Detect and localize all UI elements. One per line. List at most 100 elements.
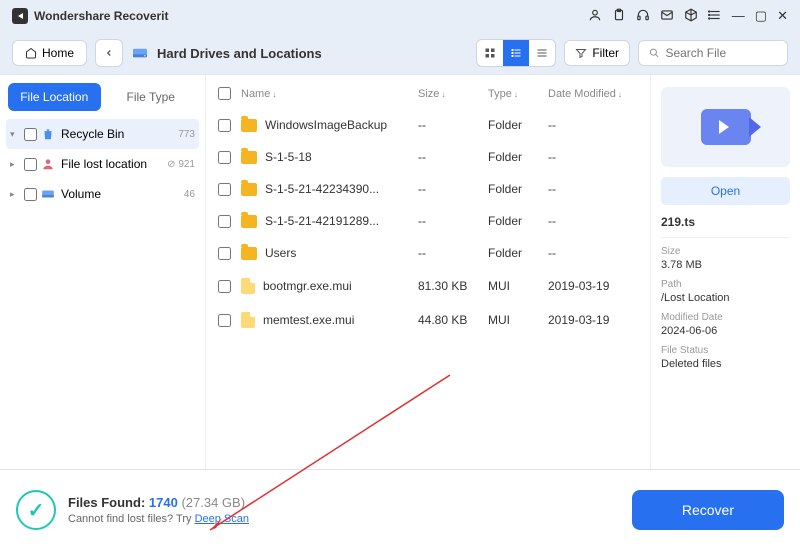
success-icon: ✓: [16, 490, 56, 530]
tab-file-type[interactable]: File Type: [105, 83, 198, 111]
row-date: 2019-03-19: [548, 313, 638, 327]
row-checkbox[interactable]: [218, 314, 231, 327]
search-icon: [649, 47, 659, 59]
minimize-icon[interactable]: —: [732, 8, 745, 25]
row-checkbox[interactable]: [218, 247, 231, 260]
home-button[interactable]: Home: [12, 40, 87, 66]
search-box[interactable]: [638, 40, 788, 66]
filter-icon: [575, 47, 587, 59]
select-all-checkbox[interactable]: [218, 87, 231, 100]
row-type: MUI: [488, 313, 548, 327]
table-row[interactable]: memtest.exe.mui44.80 KBMUI2019-03-19: [218, 303, 638, 337]
view-grid-button[interactable]: [477, 40, 503, 66]
tree-checkbox[interactable]: [24, 128, 37, 141]
folder-icon: [241, 247, 257, 260]
tree-item-recycle-bin[interactable]: ▾ Recycle Bin 773: [6, 119, 199, 149]
deep-scan-link[interactable]: Deep Scan: [195, 513, 249, 525]
folder-icon: [241, 119, 257, 132]
header-type[interactable]: Type↓: [488, 88, 548, 100]
search-input[interactable]: [665, 46, 777, 60]
row-date: --: [548, 214, 638, 228]
row-name: Users: [265, 246, 418, 260]
disk-icon: [41, 187, 55, 201]
caret-icon: ▸: [10, 159, 20, 170]
table-row[interactable]: WindowsImageBackup--Folder--: [218, 109, 638, 141]
close-icon[interactable]: ✕: [777, 8, 788, 25]
maximize-icon[interactable]: ▢: [755, 8, 767, 25]
video-icon: [701, 109, 751, 145]
app-logo: [12, 8, 28, 24]
row-checkbox[interactable]: [218, 151, 231, 164]
header-size[interactable]: Size↓: [418, 88, 488, 100]
row-date: --: [548, 246, 638, 260]
preview-filename: 219.ts: [661, 215, 790, 238]
chevron-left-icon: [104, 48, 114, 58]
menu-icon[interactable]: [708, 8, 722, 25]
mail-icon[interactable]: [660, 8, 674, 25]
row-checkbox[interactable]: [218, 280, 231, 293]
row-size: 81.30 KB: [418, 279, 488, 293]
row-date: 2019-03-19: [548, 279, 638, 293]
row-name: WindowsImageBackup: [265, 118, 418, 132]
user-icon[interactable]: [588, 8, 602, 25]
row-checkbox[interactable]: [218, 119, 231, 132]
row-size: --: [418, 182, 488, 196]
open-button[interactable]: Open: [661, 177, 790, 205]
table-row[interactable]: bootmgr.exe.mui81.30 KBMUI2019-03-19: [218, 269, 638, 303]
deep-scan-hint: Cannot find lost files? Try Deep Scan: [68, 513, 249, 525]
files-found-text: Files Found: 1740 (27.34 GB): [68, 495, 249, 510]
row-type: Folder: [488, 150, 548, 164]
view-details-button[interactable]: [529, 40, 555, 66]
row-type: Folder: [488, 246, 548, 260]
folder-icon: [241, 215, 257, 228]
recover-button[interactable]: Recover: [632, 490, 784, 530]
filter-button[interactable]: Filter: [564, 40, 630, 66]
clipboard-icon[interactable]: [612, 8, 626, 25]
table-row[interactable]: S-1-5-18--Folder--: [218, 141, 638, 173]
row-size: 44.80 KB: [418, 313, 488, 327]
trash-icon: [41, 127, 55, 141]
row-name: S-1-5-18: [265, 150, 418, 164]
breadcrumb-label: Hard Drives and Locations: [157, 46, 322, 61]
folder-icon: [241, 183, 257, 196]
row-date: --: [548, 182, 638, 196]
back-button[interactable]: [95, 39, 123, 67]
row-date: --: [548, 150, 638, 164]
row-size: --: [418, 246, 488, 260]
view-list-button[interactable]: [503, 40, 529, 66]
caret-icon: ▾: [10, 129, 20, 140]
headset-icon[interactable]: [636, 8, 650, 25]
folder-icon: [241, 151, 257, 164]
disk-icon: [131, 46, 149, 60]
tree-item-lost-location[interactable]: ▸ File lost location ⊘ 921: [6, 149, 199, 179]
row-size: --: [418, 150, 488, 164]
row-name: S-1-5-21-42191289...: [265, 214, 418, 228]
file-icon: [241, 278, 255, 294]
preview-panel: Open 219.ts Size 3.78 MB Path /Lost Loca…: [650, 75, 800, 469]
file-list-panel: Name↓ Size↓ Type↓ Date Modified↓ Windows…: [206, 75, 650, 469]
tab-file-location[interactable]: File Location: [8, 83, 101, 111]
location-tree: ▾ Recycle Bin 773 ▸ File lost location ⊘…: [0, 119, 205, 209]
table-row[interactable]: S-1-5-21-42234390...--Folder--: [218, 173, 638, 205]
row-type: Folder: [488, 182, 548, 196]
tree-checkbox[interactable]: [24, 188, 37, 201]
row-name: memtest.exe.mui: [263, 313, 418, 327]
table-headers: Name↓ Size↓ Type↓ Date Modified↓: [218, 83, 638, 109]
row-checkbox[interactable]: [218, 215, 231, 228]
header-date[interactable]: Date Modified↓: [548, 88, 638, 100]
cube-icon[interactable]: [684, 8, 698, 25]
table-row[interactable]: Users--Folder--: [218, 237, 638, 269]
row-type: MUI: [488, 279, 548, 293]
preview-thumbnail: [661, 87, 790, 167]
row-name: S-1-5-21-42234390...: [265, 182, 418, 196]
row-size: --: [418, 214, 488, 228]
toolbar: Home Hard Drives and Locations Filter: [0, 32, 800, 74]
view-mode-group: [476, 39, 556, 67]
tree-checkbox[interactable]: [24, 158, 37, 171]
row-checkbox[interactable]: [218, 183, 231, 196]
tree-item-volume[interactable]: ▸ Volume 46: [6, 179, 199, 209]
table-row[interactable]: S-1-5-21-42191289...--Folder--: [218, 205, 638, 237]
header-name[interactable]: Name↓: [241, 88, 418, 100]
titlebar: Wondershare Recoverit — ▢ ✕: [0, 0, 800, 32]
app-title: Wondershare Recoverit: [34, 9, 169, 23]
